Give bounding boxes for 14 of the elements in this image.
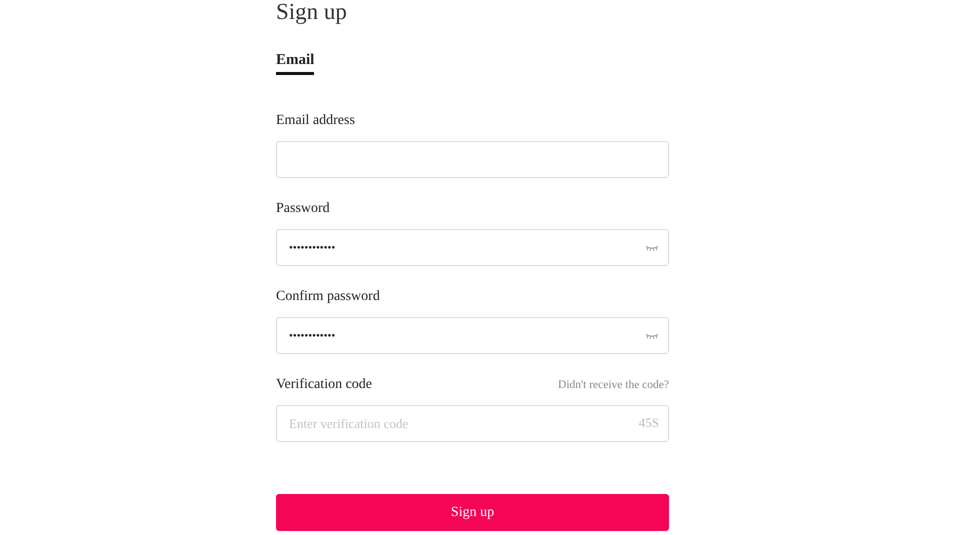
password-field[interactable]: •••••••••••• xyxy=(276,229,669,266)
email-tab[interactable]: Email xyxy=(276,52,314,75)
password-field[interactable]: •••••••••••• xyxy=(276,317,669,354)
countdown-timer: 45S xyxy=(638,415,659,431)
closed-eye-icon[interactable] xyxy=(645,245,659,251)
sign-up-button[interactable]: Sign up xyxy=(276,494,669,531)
resend-link[interactable]: Didn't receive the code? xyxy=(558,379,669,391)
field-label: Verification code xyxy=(276,377,372,393)
field-label: Email address xyxy=(276,113,355,129)
closed-eye-icon[interactable] xyxy=(645,333,659,339)
input-field[interactable] xyxy=(276,141,669,178)
field-label: Password xyxy=(276,201,330,217)
field-label: Confirm password xyxy=(276,289,380,305)
page-title: Sign up xyxy=(276,0,348,24)
